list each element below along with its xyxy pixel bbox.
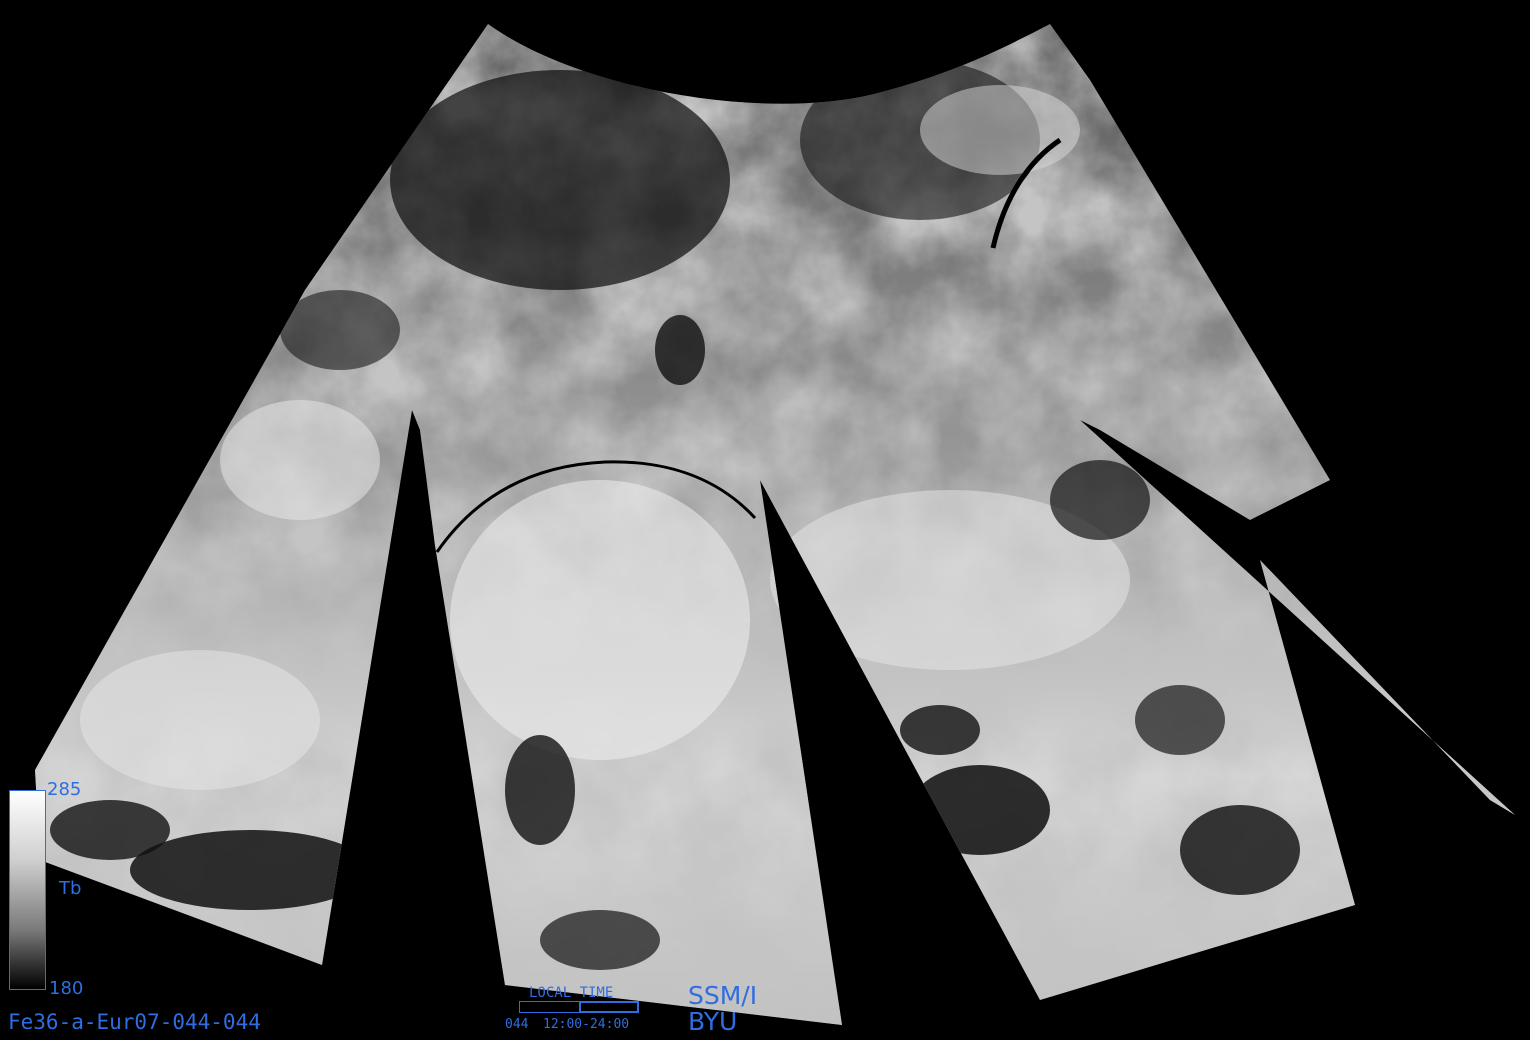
local-time-label: LOCAL TIME bbox=[529, 985, 614, 1001]
brightness-temperature-map bbox=[0, 0, 1530, 1040]
credit-institution: BYU bbox=[688, 1007, 738, 1036]
colorbar-legend: 285 Tb 180 bbox=[9, 781, 89, 1000]
image-id-label: Fe36-a-Eur07-044-044 bbox=[8, 1010, 261, 1034]
local-time-range: 12:00-24:00 bbox=[543, 1017, 630, 1032]
local-time-track bbox=[519, 1001, 639, 1013]
colorbar-min-label: 180 bbox=[49, 978, 84, 999]
credit-label: SSM/I BYU bbox=[688, 983, 757, 1035]
colorbar-variable-label: Tb bbox=[59, 878, 82, 899]
day-number: 044 bbox=[505, 1017, 529, 1032]
colorbar-max-label: 285 bbox=[47, 779, 82, 800]
credit-sensor: SSM/I bbox=[688, 981, 758, 1010]
local-time-window bbox=[579, 1001, 639, 1013]
local-time-widget: LOCAL TIME 044 12:00-24:00 bbox=[505, 985, 650, 1035]
colorbar bbox=[9, 790, 46, 990]
